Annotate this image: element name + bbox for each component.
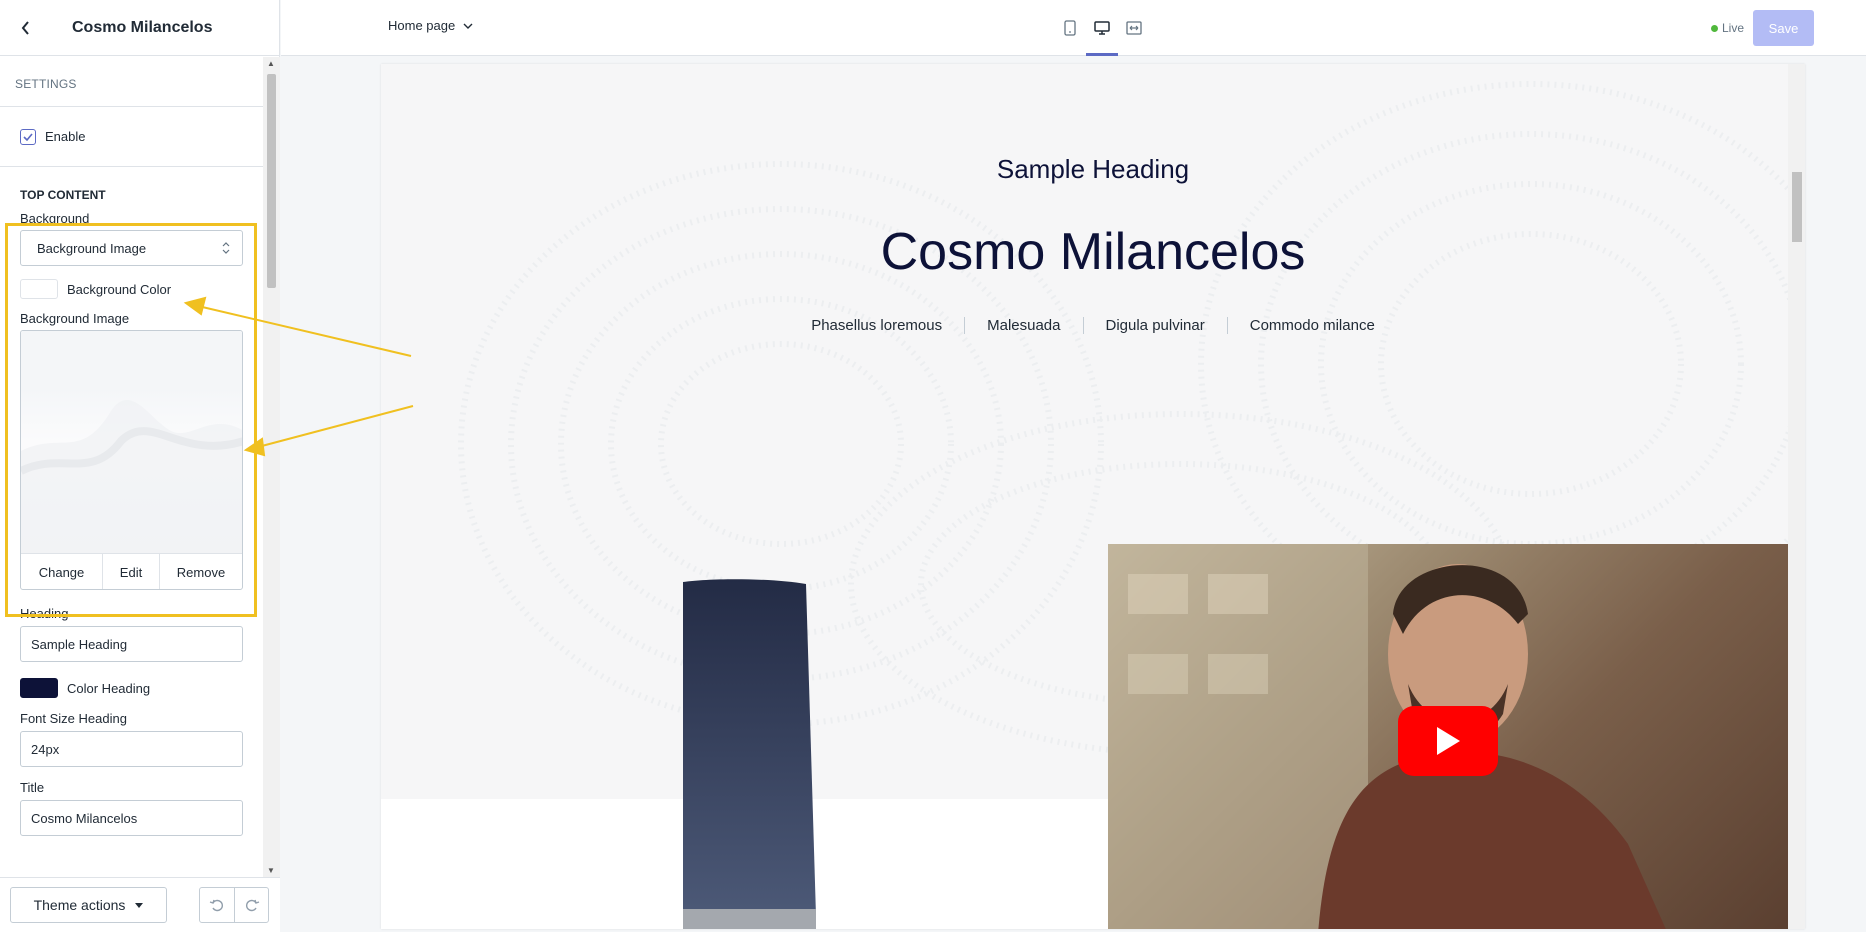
preview-links: Phasellus loremous Malesuada Digula pulv… xyxy=(381,317,1805,334)
live-dot-icon xyxy=(1711,24,1718,32)
back-icon[interactable] xyxy=(14,16,38,40)
desktop-view-icon[interactable] xyxy=(1086,0,1118,56)
edit-image-button[interactable]: Edit xyxy=(102,554,159,589)
live-status: Live xyxy=(1711,21,1744,35)
store-preview: Sample Heading Cosmo Milancelos Phasellu… xyxy=(381,64,1805,929)
preview-link[interactable]: Commodo milance xyxy=(1226,317,1397,334)
theme-actions-label: Theme actions xyxy=(33,897,126,913)
undo-icon[interactable] xyxy=(200,888,234,922)
sidebar-scrollbar[interactable]: ▲ ▼ xyxy=(263,57,280,877)
color-heading-swatch[interactable] xyxy=(20,678,58,698)
page-select[interactable]: Home page xyxy=(388,18,473,33)
sidebar-scroll-area: SETTINGS Enable TOP CONTENT Background B… xyxy=(0,57,263,877)
play-icon xyxy=(1437,727,1460,755)
background-select-value: Background Image xyxy=(37,240,147,256)
device-switcher xyxy=(1058,0,1146,56)
background-color-swatch[interactable] xyxy=(20,279,58,299)
preview-link[interactable]: Digula pulvinar xyxy=(1082,317,1227,334)
preview-scroll-thumb[interactable] xyxy=(1792,172,1802,242)
theme-actions-button[interactable]: Theme actions xyxy=(10,887,167,923)
preview-link[interactable]: Malesuada xyxy=(964,317,1082,334)
remove-image-button[interactable]: Remove xyxy=(159,554,242,589)
color-heading-label: Color Heading xyxy=(67,680,151,696)
product-image xyxy=(683,579,816,929)
scroll-up-icon[interactable]: ▲ xyxy=(267,59,275,68)
preview-sample-heading: Sample Heading xyxy=(996,154,1190,184)
full-width-view-icon[interactable] xyxy=(1122,0,1146,56)
top-content-label: TOP CONTENT xyxy=(20,188,106,202)
background-image-label: Background Image xyxy=(20,311,130,326)
enable-label: Enable xyxy=(45,129,86,144)
preview-title: Cosmo Milancelos xyxy=(880,223,1306,281)
save-button[interactable]: Save xyxy=(1753,10,1814,46)
font-size-heading-label: Font Size Heading xyxy=(20,711,127,726)
redo-icon[interactable] xyxy=(234,888,268,922)
select-arrows-icon xyxy=(222,242,230,254)
background-image-preview xyxy=(21,331,242,553)
heading-label: Heading xyxy=(20,606,69,621)
undo-redo-group xyxy=(199,887,269,923)
caret-down-icon xyxy=(135,902,144,908)
chevron-down-icon xyxy=(463,23,473,29)
change-image-button[interactable]: Change xyxy=(21,554,102,589)
background-color-label: Background Color xyxy=(67,281,172,297)
youtube-play-button[interactable] xyxy=(1398,706,1498,776)
live-label: Live xyxy=(1722,21,1745,35)
title-input[interactable]: Cosmo Milancelos xyxy=(20,800,243,836)
settings-label: SETTINGS xyxy=(15,77,77,91)
editor-topbar: Home page Live Save xyxy=(281,0,1866,56)
enable-checkbox[interactable] xyxy=(20,128,36,145)
heading-input[interactable]: Sample Heading xyxy=(20,626,243,662)
scroll-down-icon[interactable]: ▼ xyxy=(267,866,275,875)
background-select[interactable]: Background Image xyxy=(20,230,243,266)
sidebar-title: Cosmo Milancelos xyxy=(72,18,213,36)
editor-sidebar: Cosmo Milancelos SETTINGS Enable TOP CON… xyxy=(0,0,280,932)
page-select-value: Home page xyxy=(388,18,456,33)
mobile-view-icon[interactable] xyxy=(1058,0,1082,56)
sidebar-scroll-thumb[interactable] xyxy=(267,74,276,288)
video-embed[interactable] xyxy=(1108,544,1790,929)
title-label: Title xyxy=(20,780,45,795)
preview-link[interactable]: Phasellus loremous xyxy=(789,317,964,334)
background-label: Background xyxy=(20,211,90,226)
sidebar-header: Cosmo Milancelos xyxy=(0,0,279,56)
font-size-heading-input[interactable]: 24px xyxy=(20,731,243,767)
background-image-picker: Change Edit Remove xyxy=(20,330,243,590)
preview-scrollbar[interactable] xyxy=(1788,64,1805,929)
sidebar-footer: Theme actions xyxy=(0,877,280,932)
